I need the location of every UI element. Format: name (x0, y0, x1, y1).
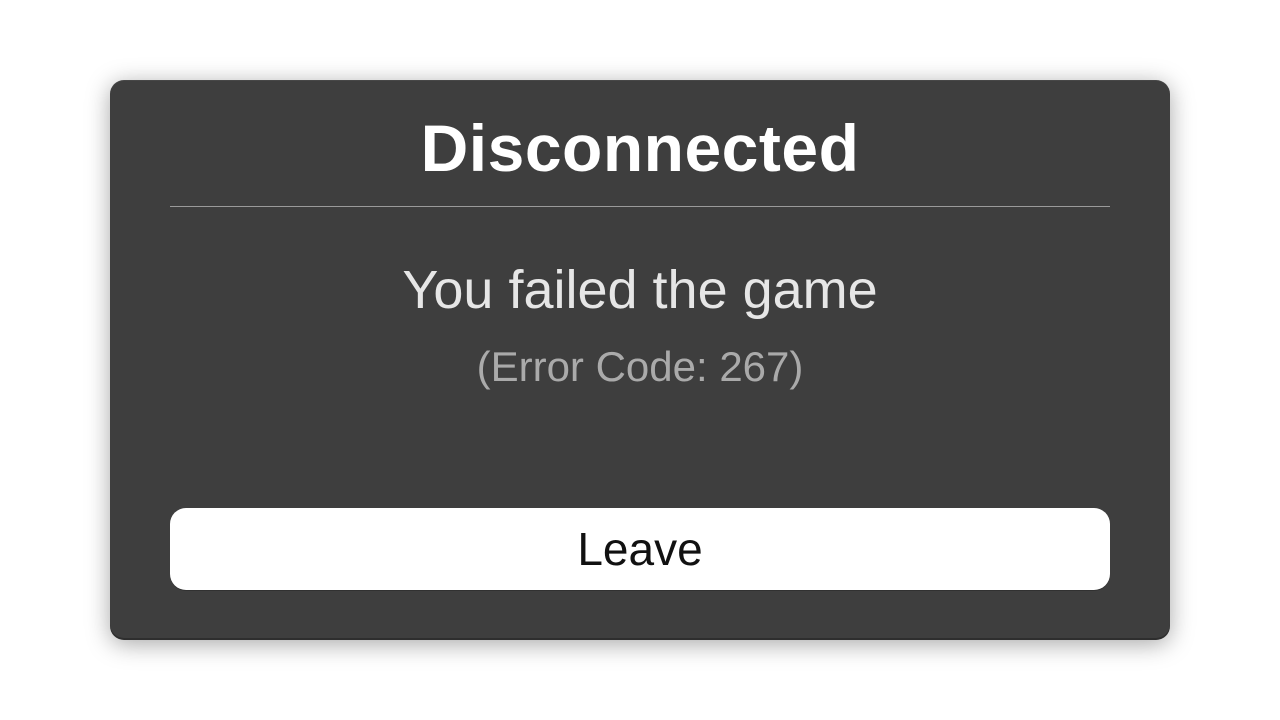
leave-button-label: Leave (577, 522, 702, 576)
error-code-text: (Error Code: 267) (477, 343, 804, 391)
disconnect-dialog: Disconnected You failed the game (Error … (110, 80, 1170, 640)
stage: Disconnected You failed the game (Error … (0, 0, 1280, 720)
dialog-divider (170, 206, 1110, 207)
dialog-title: Disconnected (421, 110, 860, 186)
leave-button[interactable]: Leave (170, 508, 1110, 590)
dialog-message: You failed the game (402, 259, 877, 321)
